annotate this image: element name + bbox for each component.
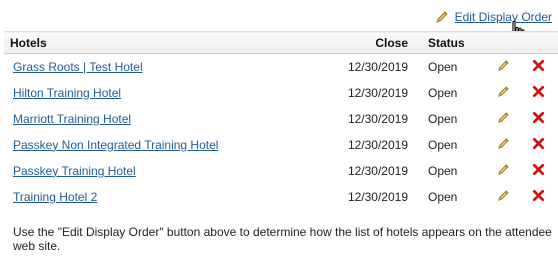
close-date-cell: 12/30/2019 [347, 189, 408, 204]
status-cell: Open [428, 85, 458, 100]
table-header-row: Hotels Close Status [4, 31, 558, 54]
edit-hotel-button[interactable] [488, 80, 518, 106]
hotel-name-cell: Passkey Training Hotel [4, 158, 304, 184]
edit-display-order-button[interactable]: Edit Display Order [435, 10, 552, 24]
status-cell: Open [428, 189, 458, 204]
edit-hotel-button[interactable] [488, 184, 518, 210]
delete-hotel-button[interactable] [518, 80, 558, 106]
delete-hotel-button[interactable] [518, 184, 558, 210]
table-row: Passkey Training Hotel 12/30/2019 Open [4, 158, 558, 184]
delete-x-icon[interactable] [532, 85, 545, 98]
delete-hotel-button[interactable] [518, 54, 558, 80]
table-row: Marriott Training Hotel 12/30/2019 Open [4, 106, 558, 132]
edit-hotel-button[interactable] [488, 106, 518, 132]
hotel-link[interactable]: Grass Roots | Test Hotel [13, 60, 143, 74]
close-date-cell: 12/30/2019 [347, 163, 408, 178]
hotel-name-cell: Passkey Non Integrated Training Hotel [4, 132, 304, 158]
table-row: Passkey Non Integrated Training Hotel 12/… [4, 132, 558, 158]
delete-hotel-button[interactable] [518, 106, 558, 132]
table-row: Training Hotel 2 12/30/2019 Open [4, 184, 558, 210]
close-date-cell: 12/30/2019 [347, 59, 408, 74]
pencil-icon [435, 11, 448, 23]
edit-display-order-label: Edit Display Order [454, 10, 552, 24]
hotel-link[interactable]: Passkey Training Hotel [13, 164, 136, 178]
edit-hotel-button[interactable] [488, 158, 518, 184]
pencil-icon[interactable] [497, 163, 510, 176]
table-row: Grass Roots | Test Hotel 12/30/2019 Open [4, 54, 558, 80]
hotel-link[interactable]: Hilton Training Hotel [13, 86, 121, 100]
close-date-cell: 12/30/2019 [347, 85, 408, 100]
delete-x-icon[interactable] [532, 111, 545, 124]
edit-hotel-button[interactable] [488, 54, 518, 80]
pencil-icon[interactable] [497, 85, 510, 98]
hotels-table: Hotels Close Status Grass Roots | Test H… [4, 31, 558, 210]
column-header-close: Close [375, 35, 408, 50]
status-cell: Open [428, 59, 458, 74]
delete-x-icon[interactable] [532, 137, 545, 150]
hotel-link[interactable]: Passkey Non Integrated Training Hotel [13, 138, 218, 152]
close-date-cell: 12/30/2019 [347, 137, 408, 152]
delete-hotel-button[interactable] [518, 132, 558, 158]
toolbar: Edit Display Order [0, 0, 558, 30]
delete-x-icon[interactable] [532, 59, 545, 72]
column-header-status: Status [428, 35, 465, 50]
status-cell: Open [428, 137, 458, 152]
pencil-icon[interactable] [497, 189, 510, 202]
hotel-name-cell: Marriott Training Hotel [4, 106, 304, 132]
edit-hotel-button[interactable] [488, 132, 518, 158]
delete-x-icon[interactable] [532, 163, 545, 176]
hotel-name-cell: Grass Roots | Test Hotel [4, 54, 304, 80]
table-row: Hilton Training Hotel 12/30/2019 Open [4, 80, 558, 106]
status-cell: Open [428, 111, 458, 126]
hotel-name-cell: Training Hotel 2 [4, 184, 304, 210]
pencil-icon[interactable] [497, 59, 510, 72]
pencil-icon[interactable] [497, 111, 510, 124]
close-date-cell: 12/30/2019 [347, 111, 408, 126]
delete-x-icon[interactable] [532, 189, 545, 202]
hotel-link[interactable]: Marriott Training Hotel [13, 112, 131, 126]
column-header-edit [488, 32, 518, 54]
hotel-link[interactable]: Training Hotel 2 [13, 190, 97, 204]
hotel-name-cell: Hilton Training Hotel [4, 80, 304, 106]
delete-hotel-button[interactable] [518, 158, 558, 184]
pencil-icon[interactable] [497, 137, 510, 150]
column-header-hotels: Hotels [10, 35, 47, 50]
display-order-help-text: Use the "Edit Display Order" button abov… [13, 225, 552, 253]
status-cell: Open [428, 163, 458, 178]
column-header-delete [518, 32, 558, 54]
